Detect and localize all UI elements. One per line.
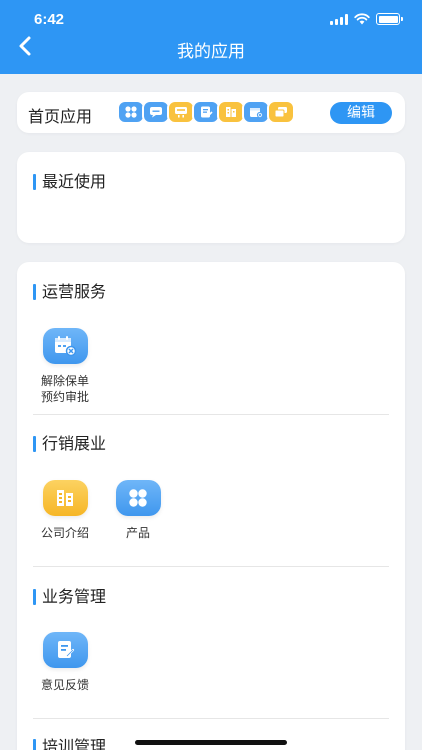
app-label-line2: 预约审批 [40,390,89,404]
apps-card: 运营服务 解除保单 预约审批 行销展业 公司介绍 产品 业务管理 意见反馈 培训… [17,262,405,750]
app-feedback[interactable]: 意见反馈 [31,632,99,693]
home-apps-label: 首页应用 [28,107,93,126]
app-label-line1: 解除保单 [40,374,89,388]
app-company-intro[interactable]: 公司介绍 [31,480,99,541]
chat-icon [142,100,170,124]
document-edit-icon [192,100,220,124]
building-icon [217,100,245,124]
grid-icon [117,100,145,124]
recent-section-title: 最近使用 [33,173,106,191]
building-icon [42,480,88,516]
calendar-cancel-icon [42,328,88,364]
battery-icon [376,13,403,25]
edit-button[interactable]: 编辑 [330,102,392,124]
page-title: 我的应用 [177,42,245,62]
app-label: 意见反馈 [40,678,89,692]
calendar-cancel-icon [242,100,270,124]
app-header: 6:42 我的应用 [0,0,422,74]
section-title-business: 业务管理 [33,588,106,606]
wifi-icon [354,13,370,25]
section-title-marketing: 行销展业 [33,435,106,453]
cards-icon [267,100,295,124]
document-edit-icon [42,632,88,668]
section-divider [33,718,389,719]
section-title-training: 培训管理 [33,738,106,750]
signal-icon [330,13,348,25]
status-icons [330,13,403,25]
home-indicator [135,740,287,745]
section-divider [33,414,389,415]
recent-card: 最近使用 [17,152,405,243]
app-label: 公司介绍 [40,526,89,540]
app-products[interactable]: 产品 [104,480,172,541]
status-time: 6:42 [34,11,65,28]
section-divider [33,566,389,567]
grid-icon [115,480,161,516]
section-title-operations: 运营服务 [33,283,106,301]
screen-icon [167,100,195,124]
home-apps-card: 首页应用 编辑 [17,92,405,133]
app-label: 产品 [125,526,150,540]
home-apps-icons [117,100,295,124]
app-cancel-policy-appointment[interactable]: 解除保单 预约审批 [31,328,99,405]
